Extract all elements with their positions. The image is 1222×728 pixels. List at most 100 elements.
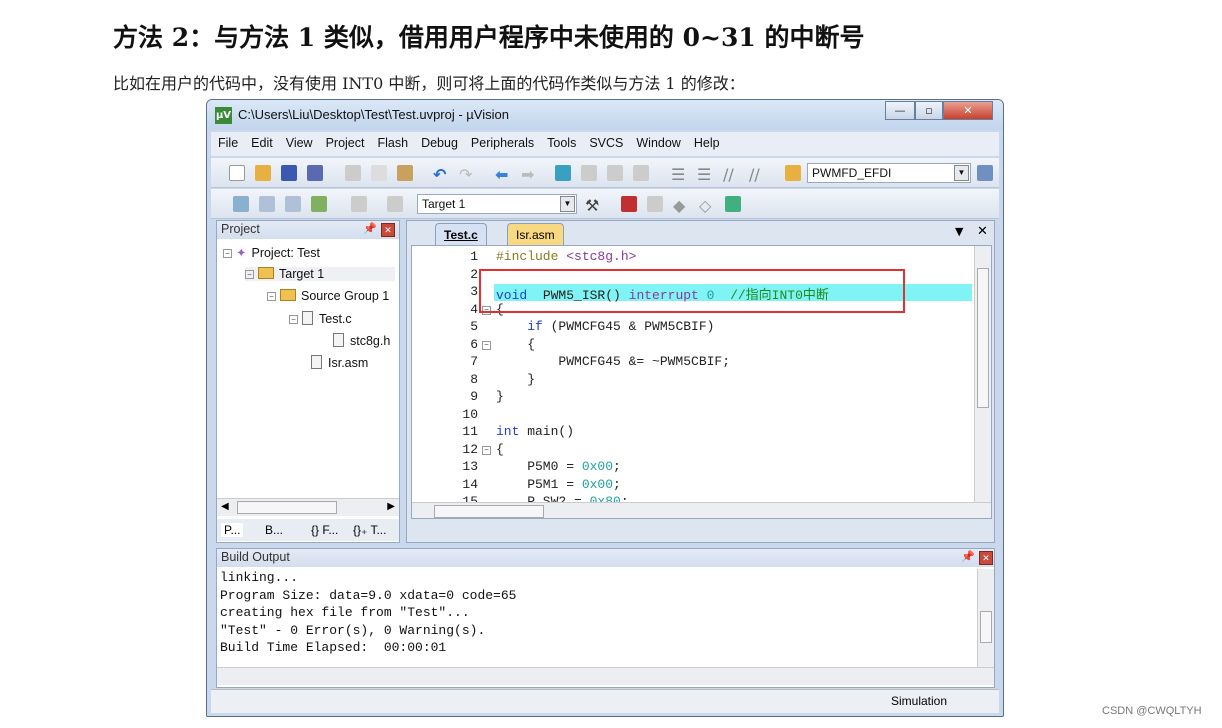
- tree-item-stc8g-h[interactable]: stc8g.h: [333, 333, 390, 348]
- find-in-files-icon[interactable]: [785, 165, 801, 181]
- chevron-down-icon[interactable]: ▼: [954, 165, 969, 181]
- scroll-thumb[interactable]: [980, 611, 992, 643]
- back-icon[interactable]: ⬅: [495, 165, 511, 184]
- close-pane-icon[interactable]: ✕: [381, 223, 395, 237]
- save-icon[interactable]: [281, 165, 297, 181]
- project-icon: ✦: [236, 246, 247, 260]
- tree-item-project[interactable]: − ✦ Project: Test: [223, 245, 320, 260]
- code-vertical-scrollbar[interactable]: [974, 246, 991, 502]
- code-horizontal-scrollbar[interactable]: [412, 502, 991, 518]
- code-line: PWMCFG45 &= ~PWM5CBIF;: [496, 354, 730, 369]
- menu-item-debug[interactable]: Debug: [414, 132, 464, 150]
- tab-list-chevron-icon[interactable]: ▼: [955, 225, 963, 238]
- pin-icon[interactable]: 📌: [363, 222, 377, 235]
- collapse-icon[interactable]: −: [245, 270, 254, 279]
- unindent-icon[interactable]: ☰: [697, 165, 713, 184]
- cut-icon[interactable]: [345, 165, 361, 181]
- tree-label: Target 1: [279, 267, 325, 281]
- close-pane-icon[interactable]: ✕: [979, 551, 993, 565]
- load-icon[interactable]: [387, 196, 403, 212]
- collapse-icon[interactable]: −: [267, 292, 276, 301]
- pin-icon[interactable]: 📌: [961, 550, 975, 563]
- tree-item-source-group[interactable]: − Source Group 1: [267, 289, 389, 303]
- scroll-right-icon[interactable]: ▶: [387, 501, 395, 512]
- code-area[interactable]: 1 #include <stc8g.h> 2 3 void PWM5_ISR() int…: [411, 245, 992, 519]
- build-vertical-scrollbar[interactable]: [977, 569, 994, 667]
- menu-item-project[interactable]: Project: [319, 132, 371, 150]
- file-extensions-icon[interactable]: [621, 196, 637, 212]
- menu-item-file[interactable]: File: [211, 132, 244, 150]
- line-number: 10: [462, 406, 478, 422]
- open-folder-icon[interactable]: [255, 165, 271, 181]
- uncomment-icon[interactable]: //: [749, 165, 765, 184]
- line-number: 8: [470, 371, 478, 387]
- new-file-icon[interactable]: [229, 165, 245, 181]
- paste-icon[interactable]: [397, 165, 413, 181]
- minimize-button[interactable]: —: [885, 101, 915, 120]
- menu-item-flash[interactable]: Flash: [370, 132, 414, 150]
- project-tabs: P... B... {} F... {}₊ T...: [217, 519, 399, 541]
- pack-installer-icon[interactable]: ◇: [699, 196, 715, 215]
- rte-icon[interactable]: [725, 196, 741, 212]
- tab-functions[interactable]: {} F...: [311, 523, 338, 537]
- collapse-icon[interactable]: −: [223, 249, 232, 258]
- menu-item-edit[interactable]: Edit: [244, 132, 279, 150]
- tab-books[interactable]: B...: [265, 523, 283, 537]
- tree-item-isr-asm[interactable]: Isr.asm: [311, 355, 368, 370]
- target-combo[interactable]: Target 1 ▼: [417, 194, 577, 214]
- comment-icon[interactable]: //: [723, 165, 739, 184]
- chevron-down-icon[interactable]: ▼: [560, 196, 575, 212]
- save-all-icon[interactable]: [307, 165, 323, 181]
- build-horizontal-scrollbar[interactable]: [217, 667, 994, 685]
- maximize-button[interactable]: ▫: [915, 101, 943, 120]
- select-packs-icon[interactable]: ◆: [673, 196, 689, 215]
- menu-item-svcs[interactable]: SVCS: [582, 132, 629, 150]
- menu-item-window[interactable]: Window: [629, 132, 686, 150]
- undo-icon[interactable]: ↶: [433, 165, 449, 184]
- build-output-line: "Test" - 0 Error(s), 0 Warning(s).: [220, 622, 486, 638]
- stop-build-icon[interactable]: [351, 196, 367, 212]
- translate-icon[interactable]: [233, 196, 249, 212]
- folder-icon: [280, 289, 296, 301]
- project-horizontal-scrollbar[interactable]: ◀ ▶: [217, 498, 399, 516]
- collapse-icon[interactable]: −: [289, 315, 298, 324]
- close-tab-icon[interactable]: ✕: [977, 224, 988, 239]
- next-bookmark-icon[interactable]: [607, 165, 623, 181]
- target-options-icon[interactable]: ⚒: [585, 196, 601, 215]
- scroll-thumb[interactable]: [434, 505, 544, 518]
- status-mode: Simulation: [891, 694, 948, 708]
- fold-toggle-icon[interactable]: −: [482, 337, 494, 352]
- prev-bookmark-icon[interactable]: [581, 165, 597, 181]
- build-output-line: Build Time Elapsed: 00:00:01: [220, 640, 447, 655]
- menu-item-help[interactable]: Help: [687, 132, 726, 150]
- menu-item-view[interactable]: View: [279, 132, 319, 150]
- scroll-thumb[interactable]: [237, 501, 337, 514]
- manage-components-icon[interactable]: [647, 196, 663, 212]
- tab-test-c[interactable]: Test.c: [435, 223, 487, 245]
- scroll-thumb[interactable]: [977, 268, 989, 408]
- tab-templates[interactable]: {}₊ T...: [353, 523, 386, 537]
- menu-item-tools[interactable]: Tools: [540, 132, 582, 150]
- copy-icon[interactable]: [371, 165, 387, 181]
- close-button[interactable]: ✕: [943, 101, 993, 120]
- menu-item-peripherals[interactable]: Peripherals: [464, 132, 540, 150]
- tab-project[interactable]: P...: [221, 523, 244, 537]
- rebuild-icon[interactable]: [285, 196, 301, 212]
- forward-icon[interactable]: ➡: [521, 165, 537, 184]
- clear-bookmarks-icon[interactable]: [633, 165, 649, 181]
- find-combo[interactable]: PWMFD_EFDI ▼: [807, 163, 971, 183]
- code-token: 0x00: [581, 459, 614, 474]
- incremental-find-icon[interactable]: [977, 165, 993, 181]
- indent-icon[interactable]: ☰: [671, 165, 687, 184]
- fold-toggle-icon[interactable]: −: [482, 442, 494, 457]
- code-token: 0x00: [581, 476, 614, 492]
- bookmark-icon[interactable]: [555, 165, 571, 181]
- code-token: {: [496, 441, 504, 457]
- tab-isr-asm[interactable]: Isr.asm: [507, 223, 564, 245]
- build-icon[interactable]: [259, 196, 275, 212]
- redo-icon[interactable]: ↷: [459, 165, 475, 184]
- tree-item-target[interactable]: − Target 1: [245, 267, 395, 281]
- tree-item-test-c[interactable]: − Test.c: [289, 311, 352, 326]
- scroll-left-icon[interactable]: ◀: [221, 501, 229, 512]
- batch-build-icon[interactable]: [311, 196, 327, 212]
